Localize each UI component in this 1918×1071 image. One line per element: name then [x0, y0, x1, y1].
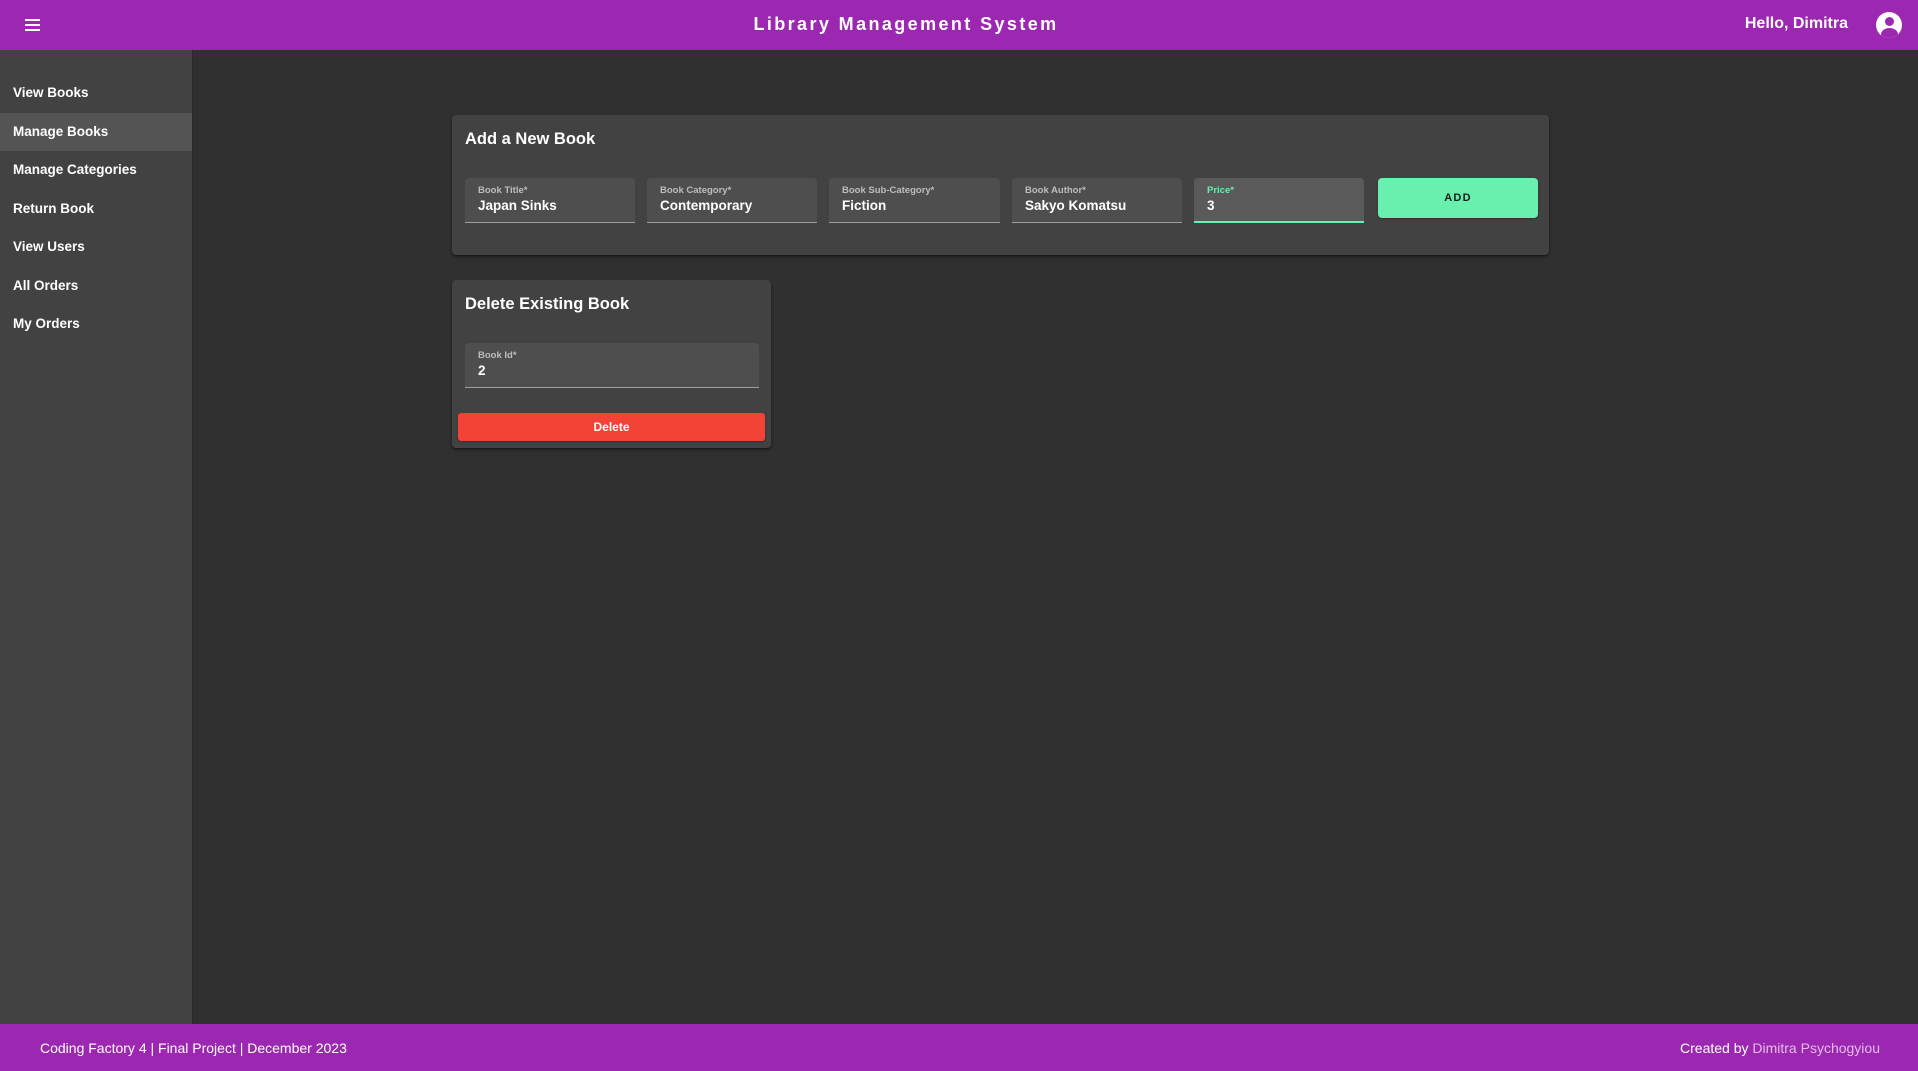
book-author-field[interactable]: Book Author* [1012, 178, 1182, 223]
add-book-title: Add a New Book [465, 130, 596, 148]
delete-book-title: Delete Existing Book [465, 295, 630, 313]
price-field[interactable]: Price* [1194, 178, 1364, 223]
delete-book-card: Delete Existing Book Book Id* Delete [452, 280, 771, 448]
sidebar-item-return-book[interactable]: Return Book [0, 190, 192, 229]
account-circle-icon[interactable] [1876, 12, 1902, 38]
book-title-field[interactable]: Book Title* [465, 178, 635, 223]
sidebar-nav: View Books Manage Books Manage Categorie… [0, 50, 192, 344]
footer-author-link[interactable]: Dimitra Psychogyiou [1752, 1040, 1880, 1056]
book-subcategory-input[interactable] [842, 198, 987, 213]
user-greeting: Hello, Dimitra [1744, 15, 1848, 32]
book-author-input[interactable] [1025, 198, 1169, 213]
sidebar-item-my-orders[interactable]: My Orders [0, 305, 192, 344]
book-category-label: Book Category* [660, 185, 732, 196]
sidebar: View Books Manage Books Manage Categorie… [0, 50, 193, 1024]
footer-created-by: Created by [1680, 1040, 1749, 1056]
book-category-input[interactable] [660, 198, 804, 213]
footer: Coding Factory 4 | Final Project | Decem… [0, 1024, 1918, 1071]
add-book-button[interactable]: ADD [1378, 178, 1538, 218]
book-author-label: Book Author* [1025, 185, 1086, 196]
book-id-field[interactable]: Book Id* [465, 343, 759, 388]
footer-project-info: Coding Factory 4 | Final Project | Decem… [40, 1040, 347, 1056]
price-label: Price* [1207, 185, 1234, 196]
sidebar-item-view-users[interactable]: View Users [0, 228, 192, 267]
sidebar-item-manage-books[interactable]: Manage Books [0, 112, 192, 151]
book-title-label: Book Title* [478, 185, 528, 196]
book-id-label: Book Id* [478, 350, 517, 361]
book-subcategory-field[interactable]: Book Sub-Category* [829, 178, 1000, 223]
app-title: Library Management System [753, 14, 1059, 34]
sidebar-item-all-orders[interactable]: All Orders [0, 267, 192, 306]
book-title-input[interactable] [478, 198, 622, 213]
book-subcategory-label: Book Sub-Category* [842, 185, 935, 196]
add-book-card: Add a New Book Book Title* Book Category… [452, 115, 1549, 255]
sidebar-item-manage-categories[interactable]: Manage Categories [0, 151, 192, 190]
top-toolbar: Library Management System Hello, Dimitra [0, 0, 1918, 50]
price-input[interactable] [1207, 198, 1351, 213]
book-id-input[interactable] [478, 363, 746, 378]
book-category-field[interactable]: Book Category* [647, 178, 817, 223]
sidebar-item-view-books[interactable]: View Books [0, 74, 192, 113]
delete-book-button[interactable]: Delete [458, 413, 765, 441]
footer-credits: Created by Dimitra Psychogyiou [1680, 1040, 1880, 1056]
